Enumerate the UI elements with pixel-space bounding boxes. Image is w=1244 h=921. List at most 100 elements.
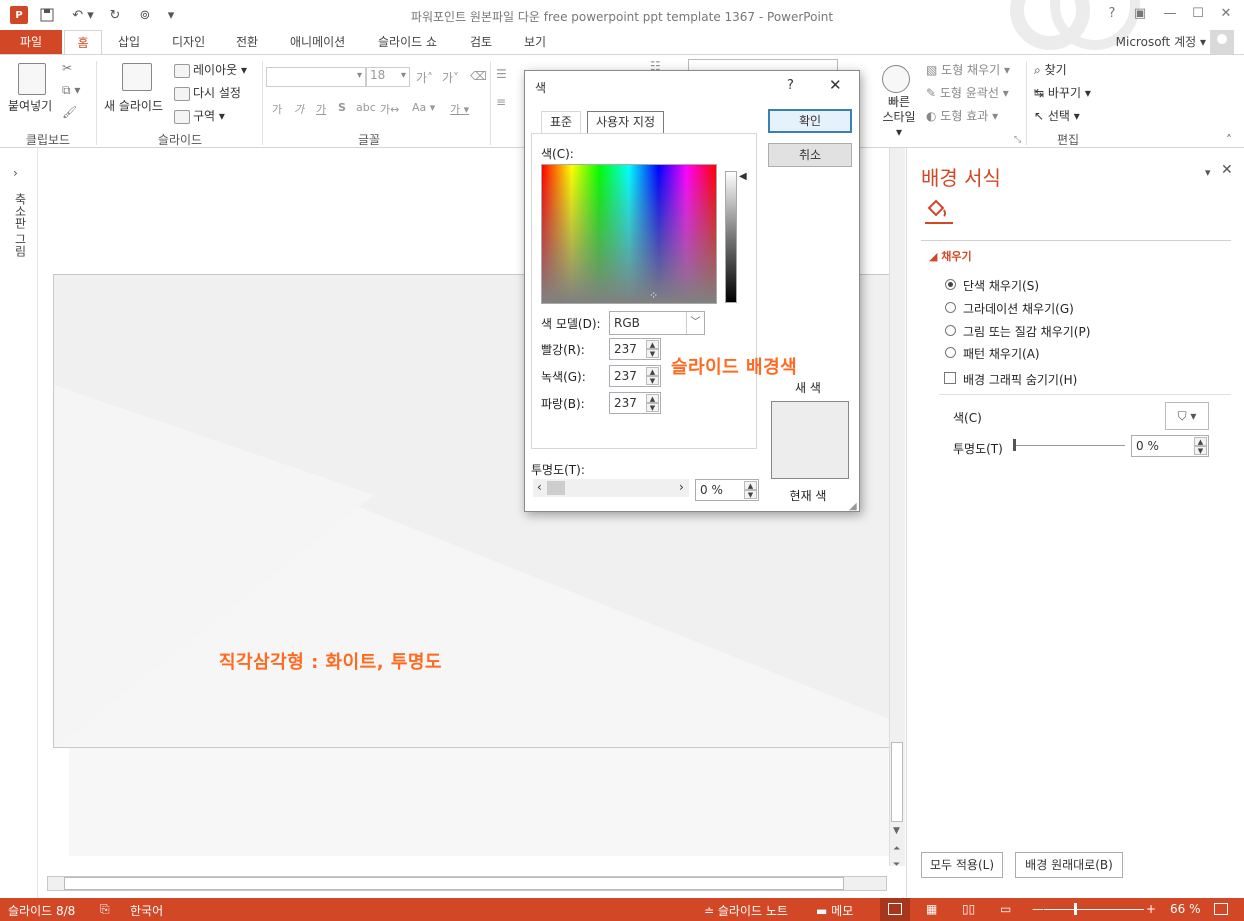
spin-up-icon[interactable]: ▲ [646, 340, 659, 349]
solid-fill-label[interactable]: 단색 채우기(S) [963, 277, 1039, 294]
tab-file[interactable]: 파일 [0, 30, 62, 54]
new-slide-icon[interactable] [122, 63, 152, 91]
layout-button[interactable]: 레이아웃 ▾ [174, 61, 247, 78]
zoom-in-icon[interactable]: + [1146, 902, 1156, 916]
font-size-combo[interactable]: 18 [366, 67, 410, 87]
transparency-slider-thumb[interactable] [1013, 439, 1016, 451]
replace-button[interactable]: ↹ 바꾸기 ▾ [1034, 84, 1091, 101]
resize-grip-icon[interactable]: ◢ [849, 501, 857, 512]
prev-slide-icon[interactable]: ⏶ [893, 844, 900, 854]
tab-animations[interactable]: 애니메이션 [284, 30, 351, 54]
slider-left-icon[interactable]: ‹ [537, 480, 542, 494]
shape-fill-button[interactable]: ▧ 도형 채우기 ▾ [926, 61, 1010, 78]
thumbnails-label[interactable]: 축소판 그림 [12, 193, 29, 257]
tab-slideshow[interactable]: 슬라이드 쇼 [372, 30, 443, 54]
find-button[interactable]: ⌕ 찾기 [1034, 61, 1067, 78]
help-button[interactable]: ? [1102, 6, 1122, 24]
reset-button[interactable]: 다시 설정 [174, 84, 241, 101]
hide-graphics-checkbox[interactable] [944, 372, 956, 384]
picture-fill-label[interactable]: 그림 또는 질감 채우기(P) [963, 323, 1090, 340]
strikethrough-icon[interactable]: abc [356, 101, 376, 114]
tab-standard[interactable]: 표준 [541, 111, 582, 133]
zoom-level[interactable]: 66 % [1170, 902, 1201, 916]
shadow-icon[interactable]: S [338, 101, 346, 114]
blue-spinner[interactable]: 237 ▲ ▼ [609, 392, 661, 414]
spell-check-icon[interactable]: ⎘ [100, 902, 110, 917]
chevron-down-icon[interactable]: ﹀ [686, 312, 704, 334]
pane-options-icon[interactable]: ▾ [1205, 166, 1211, 179]
font-name-combo[interactable] [266, 67, 366, 87]
tab-transitions[interactable]: 전환 [230, 30, 264, 54]
vertical-scroll-thumb[interactable] [891, 742, 903, 822]
zoom-slider-track[interactable] [1044, 909, 1144, 910]
font-color-icon[interactable]: 가 ▾ [450, 101, 469, 117]
select-button[interactable]: ↖ 선택 ▾ [1034, 107, 1080, 124]
spin-down-icon[interactable]: ▼ [1194, 446, 1207, 455]
section-button[interactable]: 구역 ▾ [174, 107, 225, 124]
slide-sorter-icon[interactable]: ▦ [926, 902, 937, 916]
quick-styles-button[interactable]: 빠른 스타일 ▾ [882, 95, 916, 140]
zoom-slider-thumb[interactable] [1074, 903, 1077, 915]
luminance-pointer-icon[interactable]: ◀ [739, 171, 747, 182]
fit-to-window-icon[interactable] [1214, 903, 1228, 915]
transparency-spinner[interactable]: 0 % ▲ ▼ [1131, 435, 1209, 457]
collapse-ribbon-icon[interactable]: ˄ [1226, 133, 1232, 147]
gradient-fill-label[interactable]: 그라데이션 채우기(G) [963, 300, 1074, 317]
tab-design[interactable]: 디자인 [166, 30, 211, 54]
quick-styles-icon[interactable] [882, 65, 910, 93]
scroll-down-icon[interactable]: ▼ [893, 826, 900, 836]
clear-format-icon[interactable]: ⌫ [470, 69, 487, 83]
bullets-icon[interactable]: ☰ [496, 67, 507, 81]
reading-view-icon[interactable]: ▯▯ [962, 902, 975, 916]
minimize-button[interactable]: — [1160, 6, 1180, 24]
hide-graphics-label[interactable]: 배경 그래픽 숨기기(H) [963, 371, 1077, 388]
tab-view[interactable]: 보기 [518, 30, 552, 54]
expand-thumbnails-icon[interactable]: › [13, 166, 18, 180]
gradient-fill-radio[interactable] [945, 302, 956, 313]
change-case-icon[interactable]: Aa ▾ [412, 101, 435, 114]
dialog-help-button[interactable]: ? [787, 78, 794, 93]
pane-close-icon[interactable]: ✕ [1221, 162, 1233, 178]
cancel-button[interactable]: 취소 [768, 143, 852, 167]
slider-right-icon[interactable]: › [679, 480, 684, 494]
dialog-transparency-slider[interactable]: ‹ › [533, 479, 689, 497]
slider-thumb[interactable] [547, 481, 565, 495]
spin-down-icon[interactable]: ▼ [744, 490, 757, 499]
reset-background-button[interactable]: 배경 원래대로(B) [1015, 852, 1123, 878]
slideshow-view-icon[interactable]: ▭ [1000, 902, 1011, 916]
tab-custom[interactable]: 사용자 지정 [587, 111, 665, 133]
char-spacing-icon[interactable]: 가↔ [380, 101, 399, 117]
bold-icon[interactable]: 가 [272, 101, 282, 117]
avatar[interactable] [1210, 30, 1234, 54]
color-model-select[interactable]: RGB ﹀ [609, 311, 705, 335]
pattern-fill-radio[interactable] [945, 347, 956, 358]
zoom-out-icon[interactable]: — [1032, 902, 1044, 916]
fill-tab[interactable] [925, 198, 953, 224]
dialog-transparency-spinner[interactable]: 0 % ▲ ▼ [695, 479, 759, 501]
dialog-launcher-icon[interactable]: ⤡ [1014, 135, 1021, 145]
cut-icon[interactable]: ✂ [62, 61, 72, 75]
spin-down-icon[interactable]: ▼ [646, 376, 659, 385]
copy-icon[interactable]: ⧉ ▾ [62, 83, 80, 98]
format-painter-icon[interactable]: 🖌 [62, 105, 77, 119]
tab-home[interactable]: 홈 [64, 30, 102, 54]
paste-icon[interactable] [18, 63, 46, 95]
transparency-slider-track[interactable] [1015, 445, 1125, 446]
color-picker-button[interactable]: ⛉ ▾ [1165, 402, 1209, 430]
fill-section-header[interactable]: ◢ 채우기 [929, 248, 972, 264]
spin-up-icon[interactable]: ▲ [1194, 437, 1207, 446]
ok-button[interactable]: 확인 [768, 109, 852, 133]
notes-button[interactable]: ≐ 슬라이드 노트 [704, 902, 788, 919]
shape-effects-button[interactable]: ◐ 도형 효과 ▾ [926, 107, 998, 124]
tab-review[interactable]: 검토 [464, 30, 498, 54]
spin-up-icon[interactable]: ▲ [646, 394, 659, 403]
picture-fill-radio[interactable] [945, 325, 956, 336]
comments-button[interactable]: ▬ 메모 [816, 902, 853, 919]
maximize-button[interactable]: ☐ [1188, 6, 1208, 24]
language-indicator[interactable]: 한국어 [130, 902, 163, 919]
ribbon-options-icon[interactable]: ▣ [1130, 6, 1150, 24]
grow-font-icon[interactable]: 가˄ [416, 69, 433, 86]
apply-all-button[interactable]: 모두 적용(L) [921, 852, 1003, 878]
account-button[interactable]: Microsoft 계정 ▾ [1116, 30, 1206, 54]
pattern-fill-label[interactable]: 패턴 채우기(A) [963, 345, 1040, 362]
